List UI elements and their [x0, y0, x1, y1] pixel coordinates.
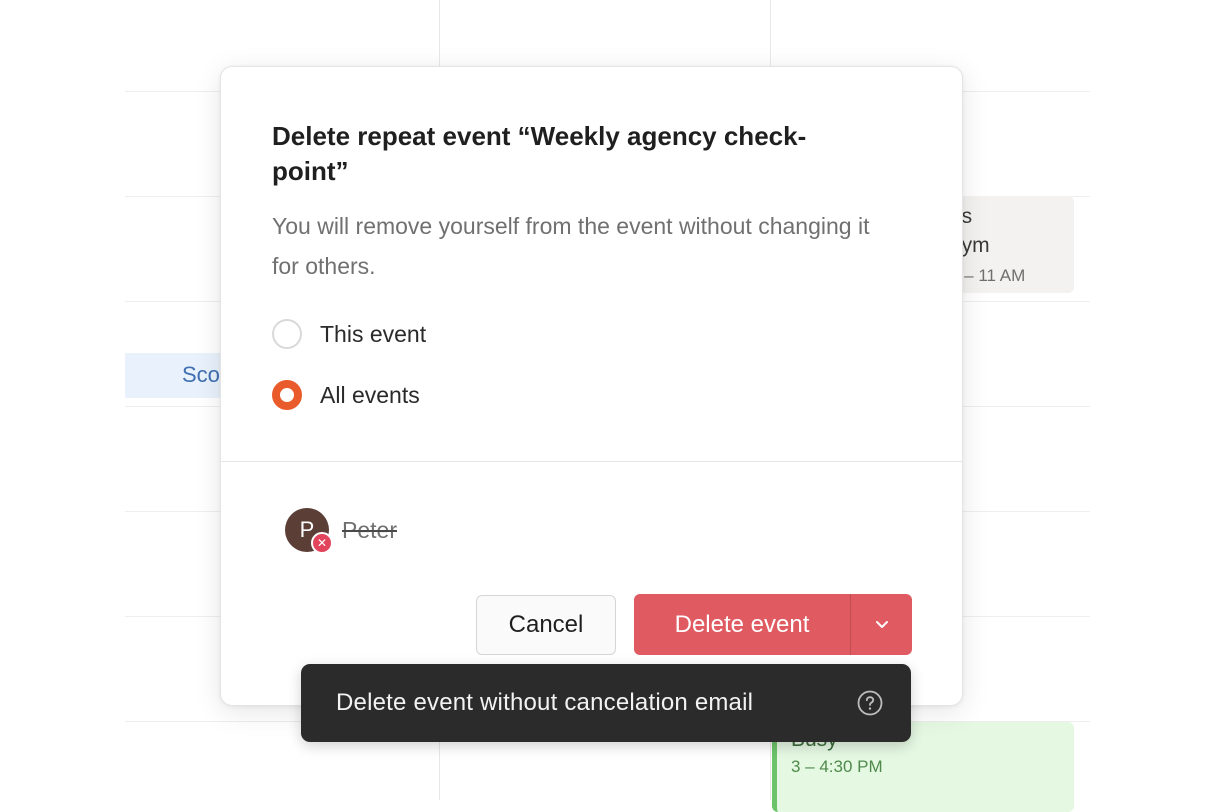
avatar: P ✕ — [285, 508, 333, 554]
delete-options-tooltip: Delete event without cancelation email — [301, 664, 911, 742]
event-title: Sco — [182, 362, 220, 387]
dialog-description: You will remove yourself from the event … — [272, 213, 870, 279]
help-circle-icon[interactable] — [857, 690, 883, 716]
delete-options-dropdown-button[interactable] — [851, 594, 912, 655]
option-label: This event — [320, 320, 427, 347]
delete-split-button: Delete event — [634, 594, 912, 655]
dialog-title: Delete repeat event “Weekly agency check… — [272, 121, 807, 186]
removed-badge-icon: ✕ — [311, 532, 333, 554]
option-this-event[interactable]: This event — [272, 318, 426, 350]
delete-event-dialog: Delete repeat event “Weekly agency check… — [220, 66, 963, 706]
chevron-down-icon — [875, 620, 888, 628]
event-time: 3 – 4:30 PM — [791, 757, 883, 776]
event-title: ris gym — [950, 205, 990, 257]
delete-event-button[interactable]: Delete event — [634, 594, 850, 655]
attendee-item: P ✕ Peter — [285, 507, 397, 554]
radio-button[interactable] — [272, 319, 302, 349]
radio-button-selected[interactable] — [272, 380, 302, 410]
dialog-divider — [221, 461, 962, 462]
option-label: All events — [320, 381, 420, 408]
tooltip-text: Delete event without cancelation email — [336, 689, 754, 716]
option-all-events[interactable]: All events — [272, 379, 420, 411]
cancel-button[interactable]: Cancel — [476, 595, 616, 655]
event-time: 0 – 11 AM — [950, 266, 1026, 285]
attendee-name: Peter — [342, 516, 397, 543]
